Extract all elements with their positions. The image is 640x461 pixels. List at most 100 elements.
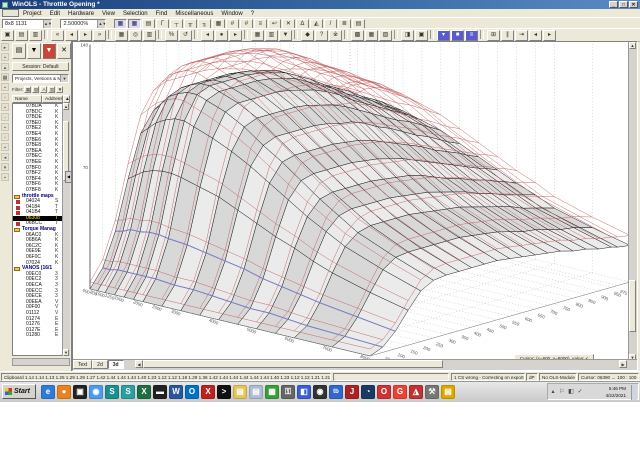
delete-button[interactable]: ✕	[57, 43, 71, 59]
strip-icon-4[interactable]: ▦	[1, 73, 9, 81]
revert-button[interactable]: ↺	[179, 30, 192, 41]
collapse-sidebar-icon[interactable]: ◀	[65, 171, 72, 183]
win-menu-button[interactable]: ▼	[279, 30, 292, 41]
scroll-up-icon[interactable]: ▲	[63, 103, 69, 110]
minimize-button[interactable]: _	[609, 1, 618, 8]
strip-icon-1[interactable]: ▸	[1, 43, 9, 51]
title-bar[interactable]: WinOLS - Throttle Opening * _ □ ✕	[0, 0, 640, 9]
map-3d-window[interactable]: 70 140 600 800 1000 1250 1500 2000 2500 3000 4000 5…	[72, 41, 638, 371]
copy-window-button[interactable]: ▤	[15, 30, 28, 41]
surface-chart[interactable]: 7014060080010001250150020002500300040005…	[73, 42, 638, 364]
spinner-icon[interactable]: ▲▼	[97, 20, 106, 28]
win-cascade-button[interactable]: ▥	[265, 30, 278, 41]
grid-toggle-button[interactable]: ⊞	[487, 30, 500, 41]
next-diff-button[interactable]: ▸	[229, 30, 242, 41]
tab-3d[interactable]: 3d	[107, 360, 124, 369]
spinner-icon[interactable]: ▲▼	[43, 20, 52, 28]
tray-icon-1[interactable]: ▴	[549, 388, 557, 396]
filter-button-5[interactable]: ▼	[56, 86, 64, 94]
chart-vscrollbar[interactable]: ▲ ▼	[628, 42, 637, 361]
bookmark-button[interactable]: ◆	[301, 30, 314, 41]
nav-next-button[interactable]: ▸	[79, 30, 92, 41]
nav-prev-button[interactable]: ◂	[65, 30, 78, 41]
firefox-icon[interactable]: ◔	[361, 385, 375, 399]
scrollbar-thumb[interactable]	[629, 280, 636, 332]
nav-first-button[interactable]: «	[51, 30, 64, 41]
red-x-app-icon[interactable]: X	[201, 385, 215, 399]
orange-app-icon[interactable]: ●	[57, 385, 71, 399]
tab-2d[interactable]: 2d	[92, 360, 108, 369]
ebook-icon[interactable]: ▬	[153, 385, 167, 399]
chevron-down-icon[interactable]: ▼	[60, 75, 68, 82]
import-file-button[interactable]: ▼	[42, 43, 56, 59]
strip-icon-12[interactable]: ◂	[1, 153, 9, 161]
column-name[interactable]: Name	[12, 95, 42, 103]
green-app-icon[interactable]: ▦	[265, 385, 279, 399]
maximize-button[interactable]: □	[619, 1, 628, 8]
photos-app-icon[interactable]: ◧	[297, 385, 311, 399]
origami-app-icon[interactable]: ◮	[409, 385, 423, 399]
red-j-app-icon[interactable]: J	[345, 385, 359, 399]
dtc-button[interactable]: ▧	[379, 30, 392, 41]
strip-icon-9[interactable]: ▪	[1, 123, 9, 131]
tray-icon-3[interactable]: ◧	[567, 388, 575, 396]
split-view-button[interactable]: ▥	[29, 30, 42, 41]
excel-icon[interactable]: X	[137, 385, 151, 399]
pause-button[interactable]: ∥	[501, 30, 514, 41]
outlook-icon[interactable]: O	[185, 385, 199, 399]
filter-button-1[interactable]: ▦	[24, 86, 32, 94]
scroll-right-icon[interactable]: ▶	[619, 360, 627, 368]
nav-last-button[interactable]: »	[93, 30, 106, 41]
internet-explorer-icon[interactable]: e	[41, 385, 55, 399]
tray-icon-4[interactable]: ✓	[576, 388, 584, 396]
tab-text[interactable]: Text	[73, 360, 93, 369]
mdi-child-icon[interactable]	[2, 9, 19, 17]
viewmode-button[interactable]: ▾	[437, 30, 450, 41]
scrollbar-thumb[interactable]	[143, 360, 443, 368]
scroll-up-icon[interactable]: ▲	[629, 42, 636, 49]
strip-icon-8[interactable]: ◦	[1, 113, 9, 121]
goto-end-button[interactable]: ⇥	[515, 30, 528, 41]
filter-button-3[interactable]: A	[40, 86, 48, 94]
map-row[interactable]: 01280 E	[13, 333, 69, 339]
panda-app-icon[interactable]: ▣	[73, 385, 87, 399]
scroll-left-icon[interactable]: ◀	[135, 360, 143, 368]
chrome-icon[interactable]: ◉	[89, 385, 103, 399]
strip-icon-14[interactable]: ▪	[1, 173, 9, 181]
skype-business-icon[interactable]: S	[121, 385, 135, 399]
compare-button[interactable]: ◨	[401, 30, 414, 41]
scroll-left-button[interactable]: ◂	[529, 30, 542, 41]
hexdump-button[interactable]: ▣	[1, 30, 14, 41]
tree-view-combo[interactable]: Projects, Versions & Maps ▼	[12, 74, 69, 83]
scroll-right-button[interactable]: ▸	[543, 30, 556, 41]
terminal-icon[interactable]: >	[217, 385, 231, 399]
strip-icon-11[interactable]: ▪	[1, 143, 9, 151]
word-icon[interactable]: W	[169, 385, 183, 399]
strip-icon-5[interactable]: ▪	[1, 83, 9, 91]
listmode-button[interactable]: ≡	[465, 30, 478, 41]
help-button[interactable]: ?	[315, 30, 328, 41]
checksum-button[interactable]: ▩	[351, 30, 364, 41]
list-view-button[interactable]: ▥	[143, 30, 156, 41]
solid-view-button[interactable]: ■	[451, 30, 464, 41]
mappack-button[interactable]: ▦	[365, 30, 378, 41]
special-button[interactable]: ※	[329, 30, 342, 41]
strip-icon-13[interactable]: ▾	[1, 163, 9, 171]
percent-button[interactable]: %	[165, 30, 178, 41]
filter-button-4[interactable]: ▥	[48, 86, 56, 94]
camera-app-icon[interactable]: ◉	[313, 385, 327, 399]
yellow-pages-icon[interactable]: ▤	[441, 385, 455, 399]
column-address[interactable]: Address	[42, 95, 63, 103]
search-button[interactable]: ◎	[129, 30, 142, 41]
strip-icon-3[interactable]: ▴	[1, 63, 9, 71]
skype-icon[interactable]: S	[105, 385, 119, 399]
properties-button[interactable]: ▣	[415, 30, 428, 41]
new-map-button[interactable]: ▤	[12, 43, 26, 59]
strip-icon-2[interactable]: ▪	[1, 53, 9, 61]
session-button[interactable]: Session: Default	[12, 62, 69, 71]
strip-icon-10[interactable]: ▫	[1, 133, 9, 141]
map-view-button[interactable]: ▦	[115, 30, 128, 41]
strip-icon-6[interactable]: ▫	[1, 93, 9, 101]
folder-icon[interactable]: ▤	[233, 385, 247, 399]
record-button[interactable]: ●	[215, 30, 228, 41]
